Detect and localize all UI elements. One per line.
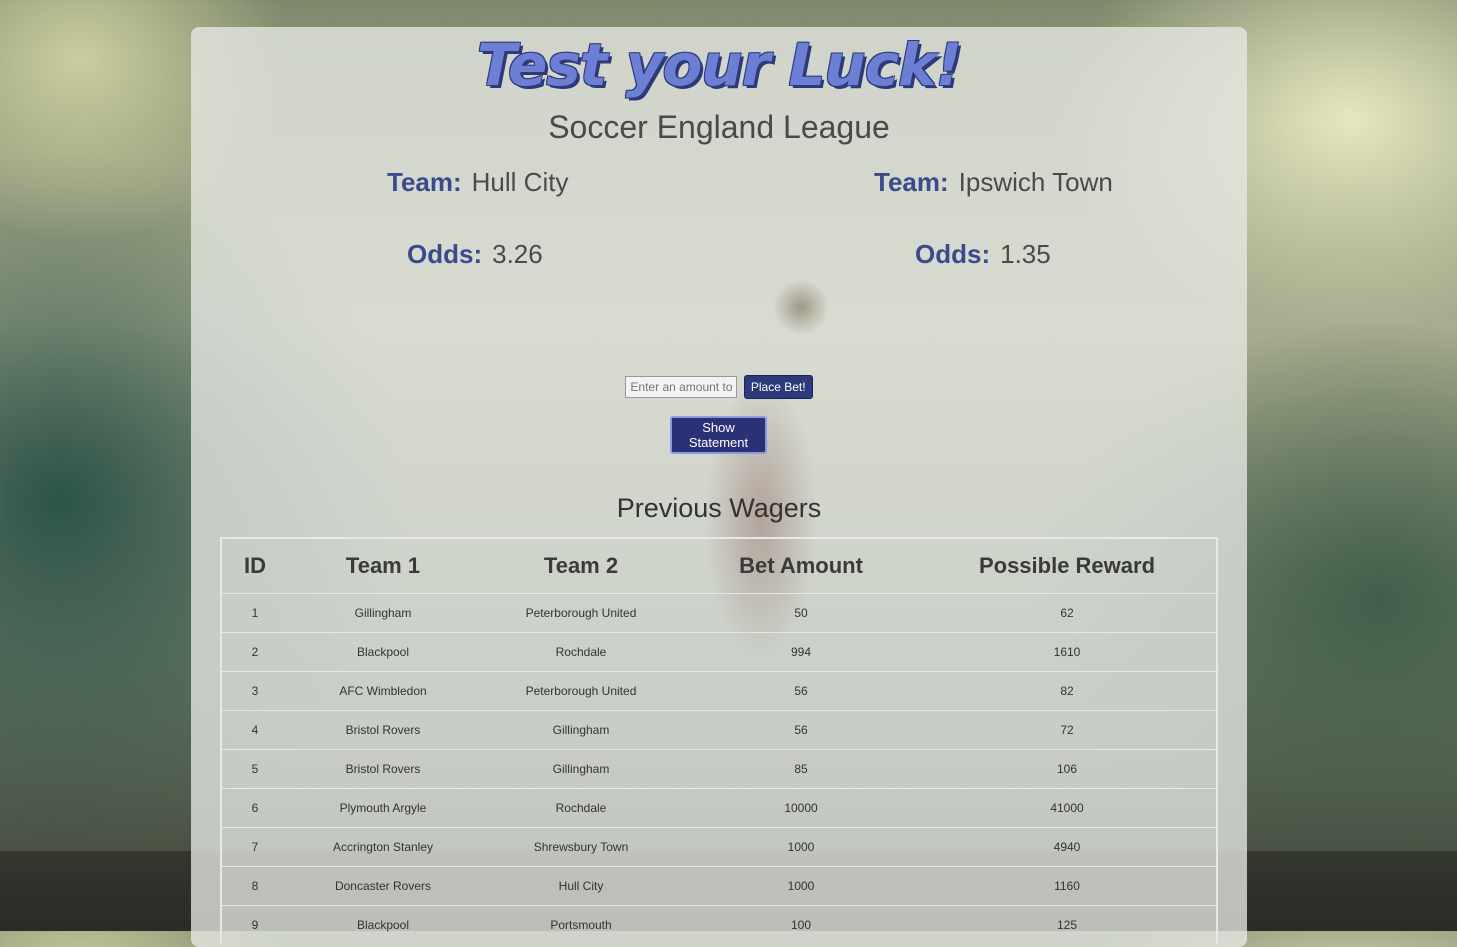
cell-bet-amount: 50: [684, 593, 918, 633]
cell-team1: Plymouth Argyle: [288, 788, 478, 828]
cell-possible-reward: 72: [918, 710, 1217, 750]
cell-team1: Bristol Rovers: [288, 749, 478, 789]
away-odds-value: 1.35: [1000, 239, 1051, 269]
cell-team1: Blackpool: [288, 905, 478, 944]
cell-team1: Doncaster Rovers: [288, 866, 478, 906]
cell-id: 8: [221, 866, 288, 906]
cell-bet-amount: 1000: [684, 866, 918, 906]
home-odds: Odds: 3.26: [407, 239, 543, 270]
cell-team1: Gillingham: [288, 593, 478, 633]
table-row: 2 Blackpool Rochdale 994 1610: [221, 632, 1217, 672]
cell-id: 4: [221, 710, 288, 750]
bet-amount-input[interactable]: [625, 376, 738, 398]
cell-bet-amount: 10000: [684, 788, 918, 828]
home-team-label: Team:: [387, 167, 462, 197]
cell-id: 3: [221, 671, 288, 711]
table-row: 8 Doncaster Rovers Hull City 1000 1160: [221, 866, 1217, 906]
table-row: 4 Bristol Rovers Gillingham 56 72: [221, 710, 1217, 750]
away-odds-label: Odds:: [915, 239, 991, 269]
table-row: 3 AFC Wimbledon Peterborough United 56 8…: [221, 671, 1217, 711]
away-team-label: Team:: [874, 167, 949, 197]
cell-team2: Peterborough United: [478, 671, 684, 711]
cell-bet-amount: 1000: [684, 827, 918, 867]
away-odds: Odds: 1.35: [915, 239, 1051, 270]
cell-id: 2: [221, 632, 288, 672]
cell-bet-amount: 994: [684, 632, 918, 672]
home-odds-label: Odds:: [407, 239, 483, 269]
cell-team2: Rochdale: [478, 788, 684, 828]
cell-possible-reward: 125: [918, 905, 1217, 944]
cell-bet-amount: 100: [684, 905, 918, 944]
table-row: 6 Plymouth Argyle Rochdale 10000 41000: [221, 788, 1217, 828]
cell-team2: Gillingham: [478, 749, 684, 789]
page-title: Test your Luck!: [476, 31, 962, 99]
cell-team2: Rochdale: [478, 632, 684, 672]
cell-possible-reward: 82: [918, 671, 1217, 711]
away-team: Team: Ipswich Town: [874, 167, 1113, 198]
cell-team1: Accrington Stanley: [288, 827, 478, 867]
cell-bet-amount: 56: [684, 671, 918, 711]
wagers-table: ID Team 1 Team 2 Bet Amount Possible Rew…: [220, 537, 1218, 944]
cell-team2: Portsmouth: [478, 905, 684, 944]
cell-team2: Shrewsbury Town: [478, 827, 684, 867]
cell-id: 6: [221, 788, 288, 828]
col-bet-amount-header: Bet Amount: [684, 537, 918, 594]
cell-team2: Hull City: [478, 866, 684, 906]
cell-bet-amount: 85: [684, 749, 918, 789]
cell-possible-reward: 41000: [918, 788, 1217, 828]
cell-team1: Blackpool: [288, 632, 478, 672]
cell-team2: Peterborough United: [478, 593, 684, 633]
cell-team2: Gillingham: [478, 710, 684, 750]
table-header-row: ID Team 1 Team 2 Bet Amount Possible Rew…: [221, 537, 1217, 594]
bet-form: Place Bet!: [191, 375, 1247, 399]
cell-id: 7: [221, 827, 288, 867]
col-team1-header: Team 1: [288, 537, 478, 594]
cell-possible-reward: 62: [918, 593, 1217, 633]
table-row: 1 Gillingham Peterborough United 50 62: [221, 593, 1217, 633]
table-row: 9 Blackpool Portsmouth 100 125: [221, 905, 1217, 944]
cell-id: 5: [221, 749, 288, 789]
show-statement-button[interactable]: Show Statement: [670, 416, 767, 454]
wagers-title: Previous Wagers: [616, 493, 822, 523]
away-team-name: Ipswich Town: [958, 167, 1113, 197]
cell-possible-reward: 106: [918, 749, 1217, 789]
table-row: 7 Accrington Stanley Shrewsbury Town 100…: [221, 827, 1217, 867]
league-name: Soccer England League: [548, 109, 890, 145]
cell-id: 9: [221, 905, 288, 944]
col-possible-reward-header: Possible Reward: [918, 537, 1217, 594]
home-odds-value: 3.26: [492, 239, 543, 269]
place-bet-button[interactable]: Place Bet!: [743, 375, 813, 399]
home-team: Team: Hull City: [387, 167, 568, 198]
table-row: 5 Bristol Rovers Gillingham 85 106: [221, 749, 1217, 789]
cell-bet-amount: 56: [684, 710, 918, 750]
cell-possible-reward: 4940: [918, 827, 1217, 867]
cell-team1: AFC Wimbledon: [288, 671, 478, 711]
cell-id: 1: [221, 593, 288, 633]
col-team2-header: Team 2: [478, 537, 684, 594]
cell-possible-reward: 1610: [918, 632, 1217, 672]
home-team-name: Hull City: [471, 167, 569, 197]
main-panel: Test your Luck! Soccer England League Te…: [191, 27, 1247, 947]
col-id-header: ID: [221, 537, 288, 594]
cell-possible-reward: 1160: [918, 866, 1217, 906]
cell-team1: Bristol Rovers: [288, 710, 478, 750]
